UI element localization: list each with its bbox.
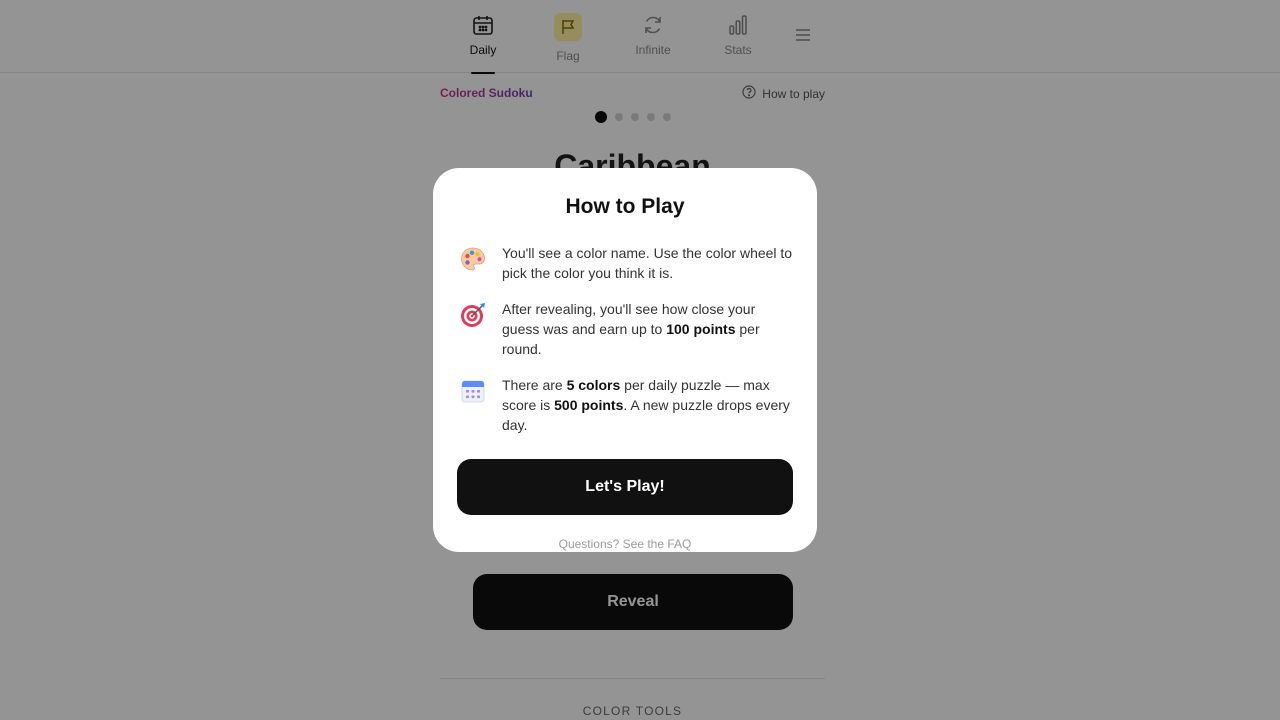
rule-item: After revealing, you'll see how close yo… [457,299,793,359]
rule-text: There are 5 colors per daily puzzle — ma… [502,377,790,433]
target-icon [457,299,489,331]
calendar-icon [457,375,489,407]
rule-item: There are 5 colors per daily puzzle — ma… [457,375,793,435]
lets-play-button[interactable]: Let's Play! [457,459,793,515]
rule-text: You'll see a color name. Use the color w… [502,245,793,281]
palette-icon [457,243,489,275]
rules-list: You'll see a color name. Use the color w… [457,243,793,435]
faq-link[interactable]: Questions? See the FAQ [457,537,793,551]
rule-item: You'll see a color name. Use the color w… [457,243,793,283]
modal-title: How to Play [565,195,685,218]
rule-text: After revealing, you'll see how close yo… [502,301,760,357]
how-to-play-modal: How to Play You'll see a color name. Use… [433,168,817,552]
